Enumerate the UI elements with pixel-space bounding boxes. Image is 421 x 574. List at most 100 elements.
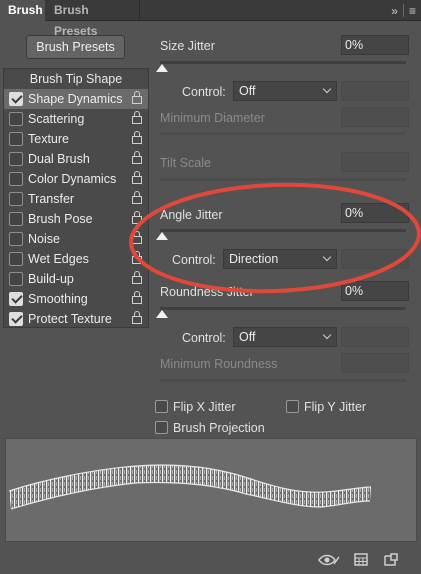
lock-icon[interactable] bbox=[132, 251, 142, 264]
list-item-color-dynamics[interactable]: Color Dynamics bbox=[4, 169, 148, 189]
lock-icon[interactable] bbox=[132, 231, 142, 244]
roundness-jitter-label: Roundness Jitter bbox=[160, 285, 254, 299]
lock-icon[interactable] bbox=[132, 311, 142, 324]
size-control-select[interactable]: Off bbox=[233, 81, 337, 101]
brush-stroke-graphic bbox=[8, 464, 372, 510]
flip-y-jitter-checkbox[interactable] bbox=[286, 400, 299, 413]
roundness-jitter-slider-thumb[interactable] bbox=[156, 310, 168, 318]
dual-brush-checkbox[interactable] bbox=[9, 152, 23, 166]
lock-icon[interactable] bbox=[132, 271, 142, 284]
lock-icon[interactable] bbox=[132, 291, 142, 304]
brush-projection-label: Brush Projection bbox=[173, 421, 265, 435]
shape-dynamics-checkbox[interactable] bbox=[9, 92, 23, 106]
list-item-protect-texture[interactable]: Protect Texture bbox=[4, 309, 148, 329]
smoothing-checkbox[interactable] bbox=[9, 292, 23, 306]
list-item-label: Noise bbox=[28, 232, 60, 246]
list-item-transfer[interactable]: Transfer bbox=[4, 189, 148, 209]
lock-icon[interactable] bbox=[132, 151, 142, 164]
list-item-shape-dynamics[interactable]: Shape Dynamics bbox=[4, 89, 148, 109]
scattering-checkbox[interactable] bbox=[9, 112, 23, 126]
roundness-control-select[interactable]: Off bbox=[233, 327, 337, 347]
list-item-label: Brush Pose bbox=[28, 212, 93, 226]
brush-settings-list: Brush Tip Shape Shape Dynamics Scatterin… bbox=[3, 68, 149, 328]
noise-checkbox[interactable] bbox=[9, 232, 23, 246]
list-item-label: Protect Texture bbox=[28, 312, 112, 326]
minimum-roundness-input bbox=[341, 353, 409, 373]
wet-edges-checkbox[interactable] bbox=[9, 252, 23, 266]
panel-header-controls: » ≡ bbox=[386, 0, 421, 21]
size-jitter-label: Size Jitter bbox=[160, 39, 215, 53]
minimum-diameter-input bbox=[341, 107, 409, 127]
brush-projection-checkbox[interactable] bbox=[155, 421, 168, 434]
panel-bottom-bar bbox=[0, 545, 421, 574]
minimum-roundness-label: Minimum Roundness bbox=[160, 357, 278, 371]
size-control-label: Control: bbox=[182, 85, 226, 99]
list-item-scattering[interactable]: Scattering bbox=[4, 109, 148, 129]
menu-icon[interactable]: ≡ bbox=[404, 4, 421, 18]
roundness-jitter-input[interactable]: 0% bbox=[341, 281, 409, 301]
tab-brush-presets[interactable]: Brush Presets bbox=[46, 0, 140, 38]
lock-icon[interactable] bbox=[132, 211, 142, 224]
transfer-checkbox[interactable] bbox=[9, 192, 23, 206]
double-chevron-icon[interactable]: » bbox=[386, 4, 403, 18]
list-item-label: Scattering bbox=[28, 112, 85, 126]
list-item-label: Dual Brush bbox=[28, 152, 90, 166]
angle-jitter-input[interactable]: 0% bbox=[341, 203, 409, 223]
list-item-build-up[interactable]: Build-up bbox=[4, 269, 148, 289]
panel-tab-bar: Brush Brush Presets » ≡ bbox=[0, 0, 421, 38]
angle-control-label: Control: bbox=[172, 253, 216, 267]
chevron-down-icon bbox=[322, 84, 332, 94]
list-item-label: Smoothing bbox=[28, 292, 88, 306]
brush-presets-button[interactable]: Brush Presets bbox=[26, 35, 125, 59]
roundness-control-value: Off bbox=[239, 330, 256, 344]
tilt-scale-label: Tilt Scale bbox=[160, 156, 211, 170]
flip-x-jitter-label: Flip X Jitter bbox=[173, 400, 236, 414]
tab-brush[interactable]: Brush bbox=[0, 0, 45, 21]
chevron-down-icon bbox=[322, 330, 332, 340]
size-jitter-slider-track[interactable] bbox=[160, 61, 406, 64]
roundness-control-fade-input bbox=[341, 327, 409, 347]
angle-control-select[interactable]: Direction bbox=[223, 249, 337, 269]
roundness-jitter-slider-track[interactable] bbox=[160, 307, 406, 310]
build-up-checkbox[interactable] bbox=[9, 272, 23, 286]
brush-stroke-preview bbox=[5, 438, 417, 542]
lock-icon[interactable] bbox=[132, 131, 142, 144]
list-item-label: Color Dynamics bbox=[28, 172, 117, 186]
list-item-label: Wet Edges bbox=[28, 252, 89, 266]
list-item-dual-brush[interactable]: Dual Brush bbox=[4, 149, 148, 169]
list-item-brush-tip-shape[interactable]: Brush Tip Shape bbox=[4, 69, 148, 89]
brush-pose-checkbox[interactable] bbox=[9, 212, 23, 226]
lock-icon[interactable] bbox=[132, 91, 142, 104]
list-item-texture[interactable]: Texture bbox=[4, 129, 148, 149]
size-control-value: Off bbox=[239, 84, 256, 98]
list-item-brush-pose[interactable]: Brush Pose bbox=[4, 209, 148, 229]
angle-control-fade-input bbox=[341, 249, 409, 269]
grid-icon[interactable] bbox=[354, 553, 368, 566]
lock-icon[interactable] bbox=[132, 111, 142, 124]
list-item-wet-edges[interactable]: Wet Edges bbox=[4, 249, 148, 269]
angle-jitter-slider-thumb[interactable] bbox=[156, 232, 168, 240]
lock-icon[interactable] bbox=[132, 171, 142, 184]
minimum-diameter-label: Minimum Diameter bbox=[160, 111, 265, 125]
list-item-label: Build-up bbox=[28, 272, 74, 286]
color-dynamics-checkbox[interactable] bbox=[9, 172, 23, 186]
size-jitter-input[interactable]: 0% bbox=[341, 35, 409, 55]
list-item-smoothing[interactable]: Smoothing bbox=[4, 289, 148, 309]
texture-checkbox[interactable] bbox=[9, 132, 23, 146]
size-jitter-slider-thumb[interactable] bbox=[156, 64, 168, 72]
flip-x-jitter-checkbox[interactable] bbox=[155, 400, 168, 413]
list-item-label: Transfer bbox=[28, 192, 75, 206]
protect-texture-checkbox[interactable] bbox=[9, 312, 23, 326]
tilt-scale-slider bbox=[160, 178, 406, 181]
flip-y-jitter-label: Flip Y Jitter bbox=[304, 400, 367, 414]
lock-icon[interactable] bbox=[132, 191, 142, 204]
new-preset-icon[interactable] bbox=[384, 553, 398, 566]
list-item-noise[interactable]: Noise bbox=[4, 229, 148, 249]
angle-jitter-label: Angle Jitter bbox=[160, 208, 223, 222]
angle-jitter-slider-track[interactable] bbox=[160, 229, 406, 232]
angle-control-value: Direction bbox=[229, 252, 279, 266]
roundness-control-label: Control: bbox=[182, 331, 226, 345]
list-item-label: Shape Dynamics bbox=[28, 92, 123, 106]
eye-icon[interactable] bbox=[318, 553, 340, 567]
tilt-scale-input bbox=[341, 152, 409, 172]
